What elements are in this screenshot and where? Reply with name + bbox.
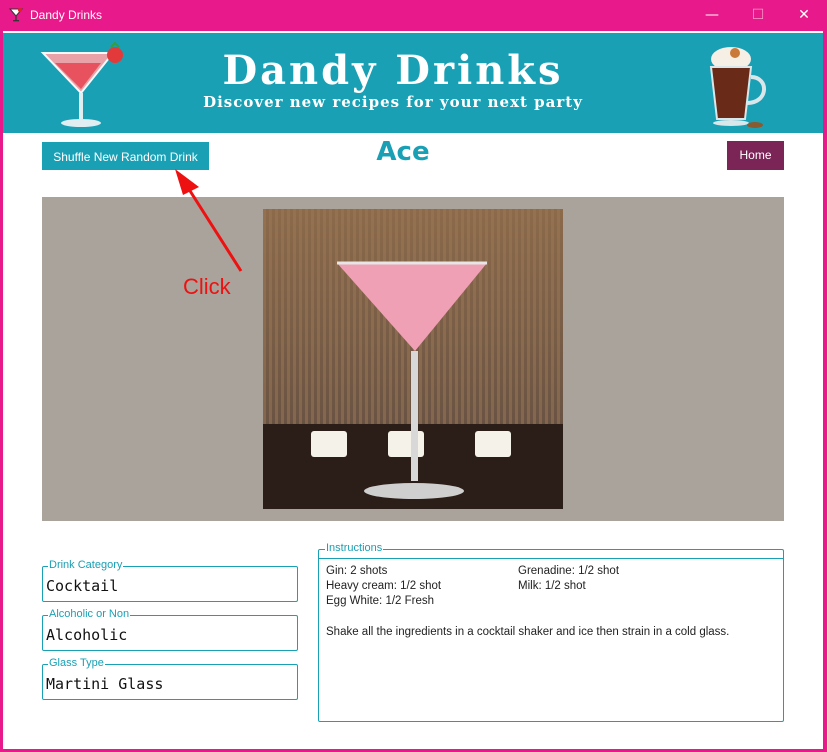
hot-chocolate-icon [709, 47, 766, 128]
ingredient-item: Milk: 1/2 shot [518, 580, 586, 592]
glass-type-field: Glass Type Martini Glass [42, 657, 298, 700]
drink-name-heading: Ace [376, 137, 430, 167]
window-title: Dandy Drinks [30, 8, 103, 22]
home-button[interactable]: Home [727, 141, 784, 170]
banner-title: Dandy Drinks [222, 47, 564, 94]
ingredient-item: Gin: 2 shots [326, 565, 388, 577]
instructions-panel: Instructions Gin: 2 shots Heavy cream: 1… [318, 542, 784, 722]
banner-subtitle: Discover new recipes for your next party [203, 93, 583, 111]
drink-category-field: Drink Category Cocktail [42, 559, 298, 602]
header-banner: Dandy Drinks Discover new recipes for yo… [3, 33, 823, 133]
ingredient-item: Grenadine: 1/2 shot [518, 565, 620, 577]
glass-type-value: Martini Glass [46, 675, 164, 693]
instructions-divider [319, 558, 783, 559]
maximize-button[interactable]: ☐ [735, 0, 781, 31]
instructions-legend: Instructions [325, 542, 384, 554]
app-logo-icon [8, 8, 24, 22]
alcoholic-legend: Alcoholic or Non [48, 608, 131, 620]
glass-type-legend: Glass Type [48, 657, 105, 669]
drink-category-legend: Drink Category [48, 559, 124, 571]
click-annotation-label: Click [183, 274, 231, 299]
main-content: Dandy Drinks Discover new recipes for yo… [3, 31, 823, 749]
app-window: Dandy Drinks — ☐ ✕ Dandy Drinks Discover… [0, 0, 827, 752]
instructions-text: Shake all the ingredients in a cocktail … [326, 626, 730, 638]
ingredient-item: Heavy cream: 1/2 shot [326, 580, 442, 592]
shuffle-random-drink-button[interactable]: Shuffle New Random Drink [42, 142, 209, 170]
alcoholic-value: Alcoholic [46, 626, 128, 644]
ingredient-item: Egg White: 1/2 Fresh [326, 595, 435, 607]
minimize-button[interactable]: — [689, 0, 735, 31]
close-button[interactable]: ✕ [781, 0, 827, 31]
title-bar[interactable]: Dandy Drinks — ☐ ✕ [0, 0, 827, 31]
drink-photo [263, 209, 563, 509]
drink-image-panel [42, 197, 784, 521]
drink-category-value: Cocktail [46, 577, 119, 595]
alcoholic-field: Alcoholic or Non Alcoholic [42, 608, 298, 651]
